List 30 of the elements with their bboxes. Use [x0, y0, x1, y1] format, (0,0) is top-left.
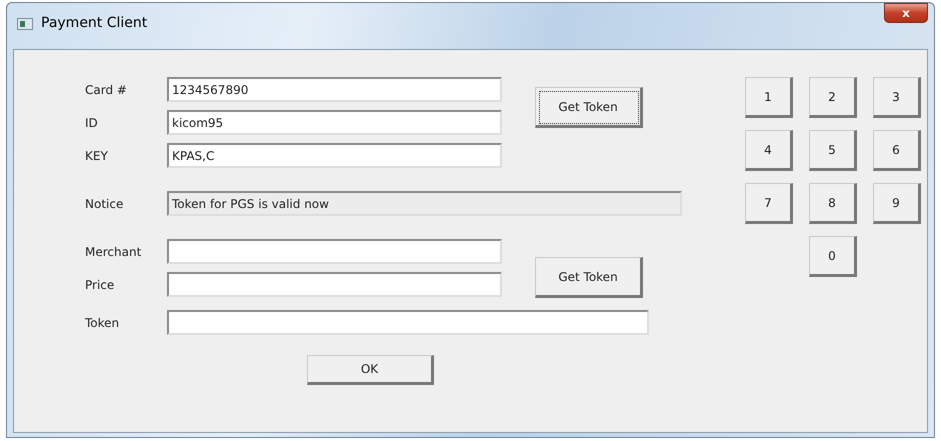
text-field[interactable]: 1234567890 [167, 77, 502, 102]
keypad-key[interactable]: 5 [809, 130, 857, 171]
keypad-key[interactable]: 3 [873, 77, 921, 118]
keypad-key[interactable]: 8 [809, 183, 857, 224]
field-label: Price [85, 278, 116, 292]
text-field[interactable]: kicom95 [167, 110, 502, 135]
keypad-key[interactable]: 0 [809, 236, 857, 277]
notice-field[interactable]: Token for PGS is valid now [167, 191, 682, 216]
close-button[interactable]: x [884, 3, 928, 23]
field-label: Merchant [85, 244, 142, 258]
keypad-key[interactable]: 1 [745, 77, 793, 118]
keypad-key[interactable]: 4 [745, 130, 793, 171]
keypad-key[interactable]: 6 [873, 130, 921, 171]
text-field[interactable]: KPAS,C [167, 143, 502, 168]
field-label: ID [85, 116, 99, 130]
field-label: KEY [85, 148, 109, 162]
window-icon [17, 18, 33, 30]
field-label: Token [85, 316, 120, 330]
token-field[interactable] [167, 310, 649, 335]
keypad-key[interactable]: 2 [809, 77, 857, 118]
get-token-button[interactable]: Get Token [535, 87, 643, 128]
ok-button[interactable]: OK [307, 355, 434, 385]
keypad-key[interactable]: 9 [873, 183, 921, 224]
get-token-button[interactable]: Get Token [535, 257, 643, 298]
text-field[interactable] [167, 272, 502, 297]
field-label: Card # [85, 82, 128, 96]
window-title: Payment Client [41, 15, 148, 31]
keypad-key[interactable]: 7 [745, 183, 793, 224]
text-field[interactable] [167, 239, 502, 264]
field-label: Notice [85, 196, 124, 210]
